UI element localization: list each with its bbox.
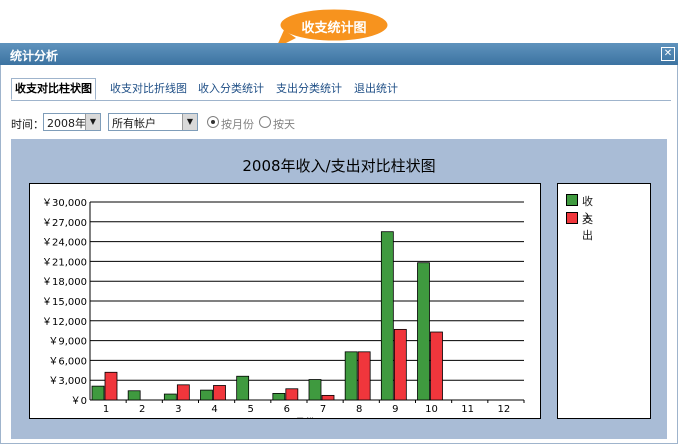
bar-income: [200, 389, 213, 401]
bar-income: [344, 351, 358, 401]
chart-panel: 2008年收入/支出对比柱状图 ￥0 ￥3,000 ￥6,000 ￥9,000 ￥12,…: [11, 139, 667, 439]
bar-expense: [357, 351, 371, 401]
tab-expense-category[interactable]: 支出分类统计: [273, 80, 345, 98]
by-month-radio[interactable]: [207, 116, 219, 128]
x-tick-label: 6: [284, 404, 290, 415]
bar-expense: [430, 331, 443, 401]
bar-income: [272, 392, 286, 401]
legend-label-expense: 支出: [582, 213, 593, 242]
bar-income: [163, 393, 177, 401]
tab-income-expense-line[interactable]: 收支对比折线图: [107, 80, 190, 98]
close-icon[interactable]: ✕: [661, 47, 675, 61]
chart-callout: 收支统计图: [278, 8, 390, 47]
bar-income: [127, 390, 141, 401]
y-tick-label: ￥6,000: [48, 356, 87, 367]
account-select-value: 所有帐户: [112, 117, 156, 130]
tab-exit-statistics[interactable]: 退出统计: [351, 80, 401, 98]
x-tick-label: 11: [461, 404, 474, 415]
bar-expense: [321, 394, 335, 401]
callout-text: 收支统计图: [301, 21, 367, 36]
chevron-down-icon: ▼: [182, 114, 197, 130]
x-tick-label: 1: [103, 404, 109, 415]
x-tick-label: 4: [211, 404, 217, 415]
time-label: 时间：: [11, 118, 44, 131]
chart-legend: 收入 支出: [557, 183, 651, 419]
by-day-label: 按天: [273, 118, 295, 131]
bar-expense: [393, 328, 407, 401]
bar-chart: ￥0 ￥3,000 ￥6,000 ￥9,000 ￥12,000 ￥15,000 ￥18,00…: [42, 198, 525, 429]
y-tick-label: ￥24,000: [42, 238, 87, 249]
bar-expense: [213, 385, 226, 401]
window-content: 收支对比柱状图 收支对比折线图 收入分类统计 支出分类统计 退出统计 时间： 2…: [0, 65, 678, 444]
by-day-radio[interactable]: [259, 116, 271, 128]
x-tick-label: 2: [139, 404, 145, 415]
year-select-value: 2008年: [47, 117, 86, 130]
y-tick-label: ￥21,000: [42, 257, 87, 268]
statistics-window: 统计分析 ✕ 收支对比柱状图 收支对比折线图 收入分类统计 支出分类统计 退出统…: [0, 43, 678, 444]
legend-swatch-income: [566, 194, 578, 206]
bar-income: [91, 385, 105, 401]
account-select[interactable]: 所有帐户 ▼: [108, 113, 198, 131]
tab-income-category[interactable]: 收入分类统计: [195, 80, 267, 98]
y-tick-label: ￥18,000: [42, 277, 87, 288]
tab-income-expense-bar[interactable]: 收支对比柱状图: [11, 78, 96, 100]
bar-income: [380, 231, 394, 401]
y-tick-label: ￥27,000: [42, 218, 87, 229]
x-tick-label: 10: [425, 404, 438, 415]
x-tick-label: 3: [175, 404, 181, 415]
by-month-label: 按月份: [221, 118, 254, 131]
bar-income: [236, 375, 250, 401]
y-tick-label: ￥12,000: [42, 317, 87, 328]
bar-expense: [176, 384, 190, 401]
x-tick-label: 7: [320, 404, 326, 415]
window-titlebar: 统计分析 ✕: [0, 43, 678, 65]
y-tick-label: ￥9,000: [48, 337, 87, 348]
filter-row: 时间： 2008年 ▼ 所有帐户 ▼ 按月份 按天: [11, 113, 671, 133]
bar-income: [417, 262, 430, 401]
y-tick-label: ￥0: [71, 396, 87, 407]
chart-title: 2008年收入/支出对比柱状图: [242, 157, 436, 175]
tab-bar: 收支对比柱状图 收支对比折线图 收入分类统计 支出分类统计 退出统计: [11, 78, 671, 101]
x-axis-label: 月份: [295, 417, 315, 418]
x-tick-label: 8: [356, 404, 362, 415]
chevron-down-icon: ▼: [85, 114, 100, 130]
y-tick-label: ￥30,000: [42, 198, 87, 209]
bar-income: [308, 379, 322, 401]
x-tick-label: 12: [497, 404, 510, 415]
y-tick-label: ￥3,000: [48, 376, 87, 387]
legend-swatch-expense: [566, 212, 578, 224]
window-title: 统计分析: [10, 49, 59, 63]
plot-area: ￥0 ￥3,000 ￥6,000 ￥9,000 ￥12,000 ￥15,000 ￥18,00…: [29, 183, 541, 429]
x-tick-label: 5: [247, 404, 253, 415]
bar-expense: [285, 388, 299, 401]
year-select[interactable]: 2008年 ▼: [43, 113, 101, 131]
bar-expense: [104, 371, 118, 401]
x-tick-label: 9: [392, 404, 398, 415]
y-tick-label: ￥15,000: [42, 297, 87, 308]
